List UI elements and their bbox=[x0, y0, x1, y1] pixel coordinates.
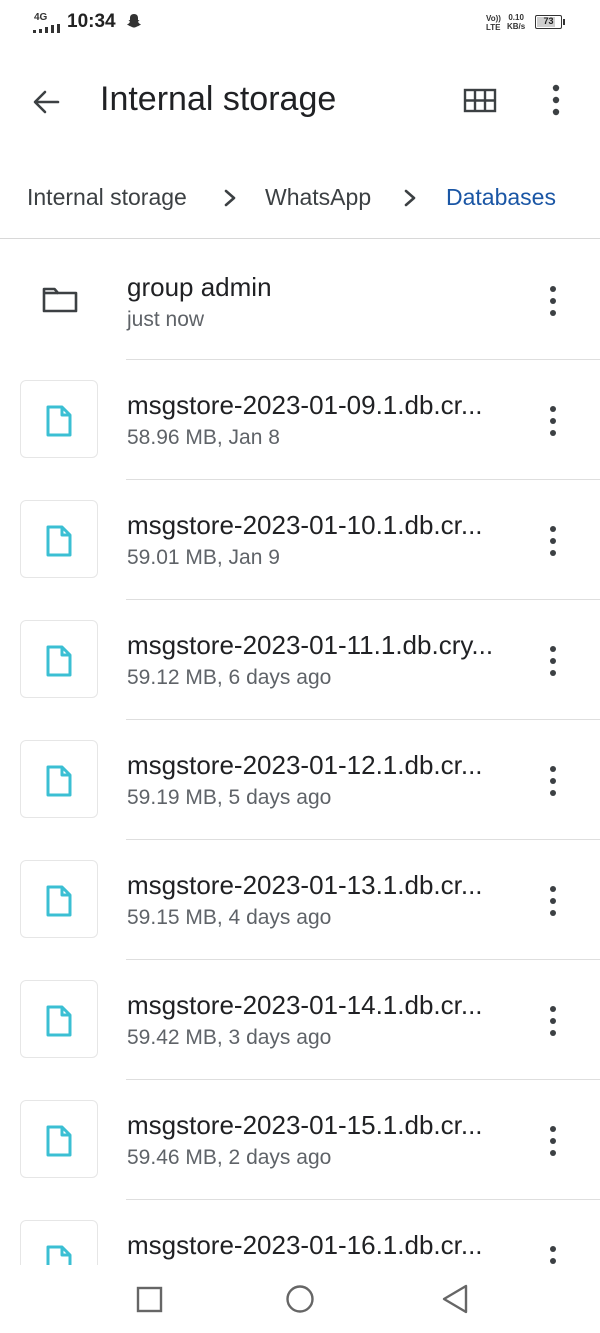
item-name: msgstore-2023-01-16.1.db.cr... bbox=[127, 1230, 483, 1260]
file-thumbnail bbox=[20, 980, 98, 1058]
signal-indicator: 4G bbox=[33, 10, 63, 33]
file-icon bbox=[46, 765, 72, 797]
item-meta: 59.42 MB, 3 days ago bbox=[127, 1026, 332, 1049]
square-icon[interactable] bbox=[133, 1283, 167, 1317]
more-vert-icon[interactable] bbox=[540, 1124, 566, 1158]
more-vert-icon[interactable] bbox=[540, 284, 566, 318]
list-item-file[interactable]: msgstore-2023-01-14.1.db.cr... 59.42 MB,… bbox=[0, 960, 600, 1080]
network-speed: 0.10 KB/s bbox=[507, 13, 525, 31]
volte-label: Vo)) bbox=[486, 14, 501, 23]
file-icon bbox=[46, 525, 72, 557]
snapchat-icon bbox=[127, 14, 141, 28]
app-bar: Internal storage bbox=[0, 60, 600, 140]
item-name: msgstore-2023-01-14.1.db.cr... bbox=[127, 990, 483, 1020]
more-vert-icon[interactable] bbox=[540, 524, 566, 558]
list-item-file[interactable]: msgstore-2023-01-10.1.db.cr... 59.01 MB,… bbox=[0, 480, 600, 600]
more-vert-icon[interactable] bbox=[540, 764, 566, 798]
battery-level: 73 bbox=[543, 16, 554, 26]
breadcrumb-item-databases[interactable]: Databases bbox=[446, 184, 556, 211]
file-thumbnail bbox=[20, 740, 98, 818]
item-meta: 59.12 MB, 6 days ago bbox=[127, 666, 332, 689]
item-name: msgstore-2023-01-15.1.db.cr... bbox=[127, 1110, 483, 1140]
file-list: group admin just now msgstore-2023-01-09… bbox=[0, 240, 600, 1265]
file-icon bbox=[46, 885, 72, 917]
file-thumbnail bbox=[20, 1220, 98, 1265]
more-vert-icon[interactable] bbox=[540, 1004, 566, 1038]
item-meta: 59.46 MB, 2 days ago bbox=[127, 1146, 332, 1169]
item-meta: 58.96 MB, Jan 8 bbox=[127, 426, 280, 449]
more-vert-icon bbox=[552, 84, 560, 116]
chevron-right-icon bbox=[404, 189, 416, 207]
item-name: msgstore-2023-01-12.1.db.cr... bbox=[127, 750, 483, 780]
grid-view-button[interactable] bbox=[462, 86, 498, 116]
battery-icon: 73 bbox=[535, 15, 565, 29]
item-name: msgstore-2023-01-10.1.db.cr... bbox=[127, 510, 483, 540]
list-item-file[interactable]: msgstore-2023-01-15.1.db.cr... 59.46 MB,… bbox=[0, 1080, 600, 1200]
file-thumbnail bbox=[20, 620, 98, 698]
arrow-left-icon bbox=[33, 90, 60, 114]
file-icon bbox=[46, 1245, 72, 1265]
list-item-file[interactable]: msgstore-2023-01-12.1.db.cr... 59.19 MB,… bbox=[0, 720, 600, 840]
back-button[interactable] bbox=[26, 82, 66, 122]
file-thumbnail bbox=[20, 500, 98, 578]
signal-bars-icon bbox=[33, 24, 60, 33]
file-icon bbox=[46, 1125, 72, 1157]
more-vert-icon[interactable] bbox=[540, 404, 566, 438]
item-meta: 59.01 MB, Jan 9 bbox=[127, 546, 280, 569]
item-meta: just now bbox=[127, 308, 205, 331]
file-thumbnail bbox=[20, 860, 98, 938]
triangle-back-icon[interactable] bbox=[439, 1283, 473, 1317]
battery-tip bbox=[563, 19, 565, 25]
breadcrumb: Internal storage WhatsApp Databases bbox=[0, 170, 600, 230]
item-name: msgstore-2023-01-13.1.db.cr... bbox=[127, 870, 483, 900]
more-vert-icon[interactable] bbox=[540, 644, 566, 678]
breadcrumb-item-internal-storage[interactable]: Internal storage bbox=[27, 184, 187, 211]
circle-icon[interactable] bbox=[283, 1283, 317, 1317]
file-icon bbox=[46, 645, 72, 677]
folder-icon bbox=[42, 287, 78, 313]
chevron-right-icon bbox=[224, 189, 236, 207]
item-name: msgstore-2023-01-11.1.db.cry... bbox=[127, 630, 494, 660]
lte-label: LTE bbox=[486, 23, 501, 32]
system-nav-bar bbox=[0, 1265, 600, 1333]
item-meta: 59.15 MB, 4 days ago bbox=[127, 906, 332, 929]
clock: 10:34 bbox=[67, 11, 116, 32]
file-thumbnail bbox=[20, 380, 98, 458]
volte-indicator: Vo)) LTE bbox=[486, 14, 501, 32]
item-meta: 59.19 MB, 5 days ago bbox=[127, 786, 332, 809]
list-item-file[interactable]: msgstore-2023-01-13.1.db.cr... 59.15 MB,… bbox=[0, 840, 600, 960]
list-item-file[interactable]: msgstore-2023-01-16.1.db.cr... bbox=[0, 1200, 600, 1265]
list-item-file[interactable]: msgstore-2023-01-09.1.db.cr... 58.96 MB,… bbox=[0, 360, 600, 480]
speed-unit: KB/s bbox=[507, 22, 526, 31]
list-item-folder[interactable]: group admin just now bbox=[0, 240, 600, 360]
breadcrumb-item-whatsapp[interactable]: WhatsApp bbox=[265, 184, 371, 211]
file-icon bbox=[46, 405, 72, 437]
more-vert-icon[interactable] bbox=[540, 1244, 566, 1265]
file-icon bbox=[46, 1005, 72, 1037]
page-title: Internal storage bbox=[100, 80, 337, 118]
network-type: 4G bbox=[34, 12, 48, 23]
file-thumbnail bbox=[20, 1100, 98, 1178]
more-vert-icon[interactable] bbox=[540, 884, 566, 918]
item-name: msgstore-2023-01-09.1.db.cr... bbox=[127, 390, 483, 420]
speed-value: 0.10 bbox=[508, 13, 524, 22]
list-item-file[interactable]: msgstore-2023-01-11.1.db.cry... 59.12 MB… bbox=[0, 600, 600, 720]
divider bbox=[0, 238, 600, 239]
status-bar: 4G 10:34 Vo)) LTE 0.10 KB/s 73 bbox=[0, 0, 600, 44]
item-name: group admin bbox=[127, 272, 272, 302]
more-options-button[interactable] bbox=[540, 82, 572, 118]
grid-view-icon bbox=[463, 88, 497, 113]
